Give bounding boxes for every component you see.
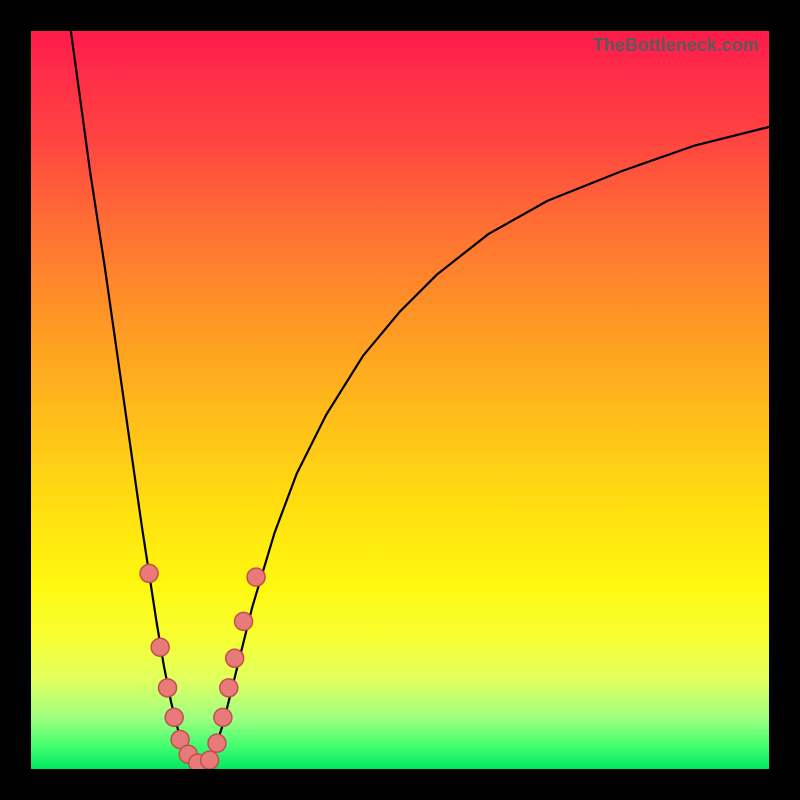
data-marker <box>140 564 158 582</box>
plot-area: TheBottleneck.com <box>31 31 769 769</box>
data-marker <box>214 708 232 726</box>
watermark-text: TheBottleneck.com <box>593 35 759 56</box>
data-marker <box>247 568 265 586</box>
data-marker <box>235 612 253 630</box>
data-marker <box>220 679 238 697</box>
data-markers <box>140 564 265 769</box>
data-marker <box>151 638 169 656</box>
bottleneck-curve-left <box>71 31 201 769</box>
data-marker <box>208 734 226 752</box>
data-marker <box>159 679 177 697</box>
data-marker <box>201 751 219 769</box>
chart-container: TheBottleneck.com <box>0 0 800 800</box>
data-marker <box>165 708 183 726</box>
bottleneck-curve-right <box>201 127 769 769</box>
curve-layer <box>31 31 769 769</box>
data-marker <box>226 649 244 667</box>
